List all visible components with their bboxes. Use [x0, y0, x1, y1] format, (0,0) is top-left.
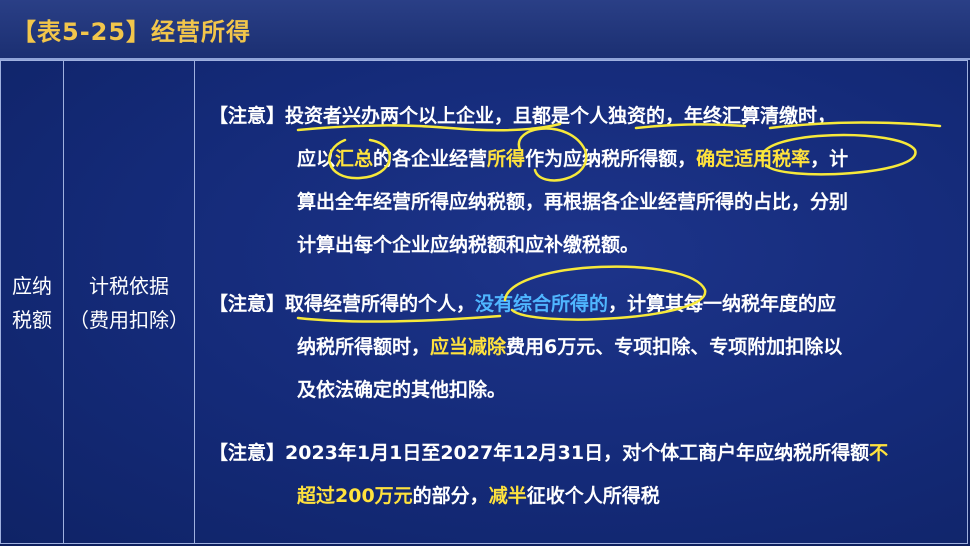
highlight-text: 确定适用税率 — [696, 148, 811, 170]
basis-line-2: （费用扣除） — [69, 308, 189, 332]
page-header: 【表5-25】经营所得 — [0, 0, 970, 60]
note-text: 2023年1月1日至2027年12月31日，对个体工商户年应纳税所得额 — [285, 442, 870, 464]
highlight-text: 汇总 — [335, 148, 374, 170]
note-text: 取得经营所得的个人， — [285, 293, 476, 315]
note-2: 【注意】取得经营所得的个人，没有综合所得的，计算其每一纳税年度的应 纳税所得额时… — [209, 283, 961, 412]
note-text: 应以 — [297, 148, 336, 170]
basis-cell: 计税依据 （费用扣除） — [64, 269, 194, 337]
note-tag: 【注意】 — [209, 442, 286, 464]
note-text: ，计 — [810, 148, 849, 170]
note-text: 费用6万元、专项扣除、专项附加扣除以 — [506, 336, 843, 358]
note-1: 【注意】投资者兴办两个以上企业，且都是个人独资的，年终汇算清缴时， 应以汇总的各… — [209, 95, 961, 267]
note-tag: 【注意】 — [209, 293, 286, 315]
highlight-text: 超过200万元 — [297, 485, 413, 507]
highlight-text: 没有综合所得的 — [475, 293, 609, 315]
highlight-text: 不 — [869, 442, 889, 464]
note-text: 征收个人所得税 — [526, 485, 660, 507]
basis-line-1: 计税依据 — [89, 274, 169, 298]
page-title: 【表5-25】经营所得 — [12, 18, 252, 46]
category-line-2: 税额 — [12, 308, 52, 332]
note-text: 算出全年经营所得应纳税额，再根据各企业经营所得的占比，分别 — [297, 191, 849, 213]
note-text: ，计算其每一纳税年度的应 — [608, 293, 837, 315]
note-tag: 【注意】 — [209, 105, 286, 127]
category-line-1: 应纳 — [12, 274, 52, 298]
column-divider — [194, 61, 195, 543]
highlight-text: 应当减除 — [430, 336, 507, 358]
highlight-text: 所得 — [487, 148, 526, 170]
note-text: 投资者兴办两个以上企业，且都是个人独资的，年终汇算清缴时， — [285, 105, 837, 127]
note-text: 的部分， — [412, 485, 489, 507]
note-text: 的各企业经营 — [373, 148, 488, 170]
highlight-text: 减半 — [488, 485, 527, 507]
note-text: 纳税所得额时， — [297, 336, 431, 358]
category-cell: 应纳 税额 — [1, 269, 63, 337]
tax-table: 应纳 税额 计税依据 （费用扣除） 【注意】投资者兴办两个以上企业，且都是个人独… — [0, 60, 968, 544]
note-text: 及依法确定的其他扣除。 — [297, 379, 507, 401]
note-text: 作为应纳税所得额， — [525, 148, 697, 170]
note-3: 【注意】2023年1月1日至2027年12月31日，对个体工商户年应纳税所得额不… — [209, 432, 961, 518]
note-text: 计算出每个企业应纳税额和应补缴税额。 — [297, 234, 640, 256]
